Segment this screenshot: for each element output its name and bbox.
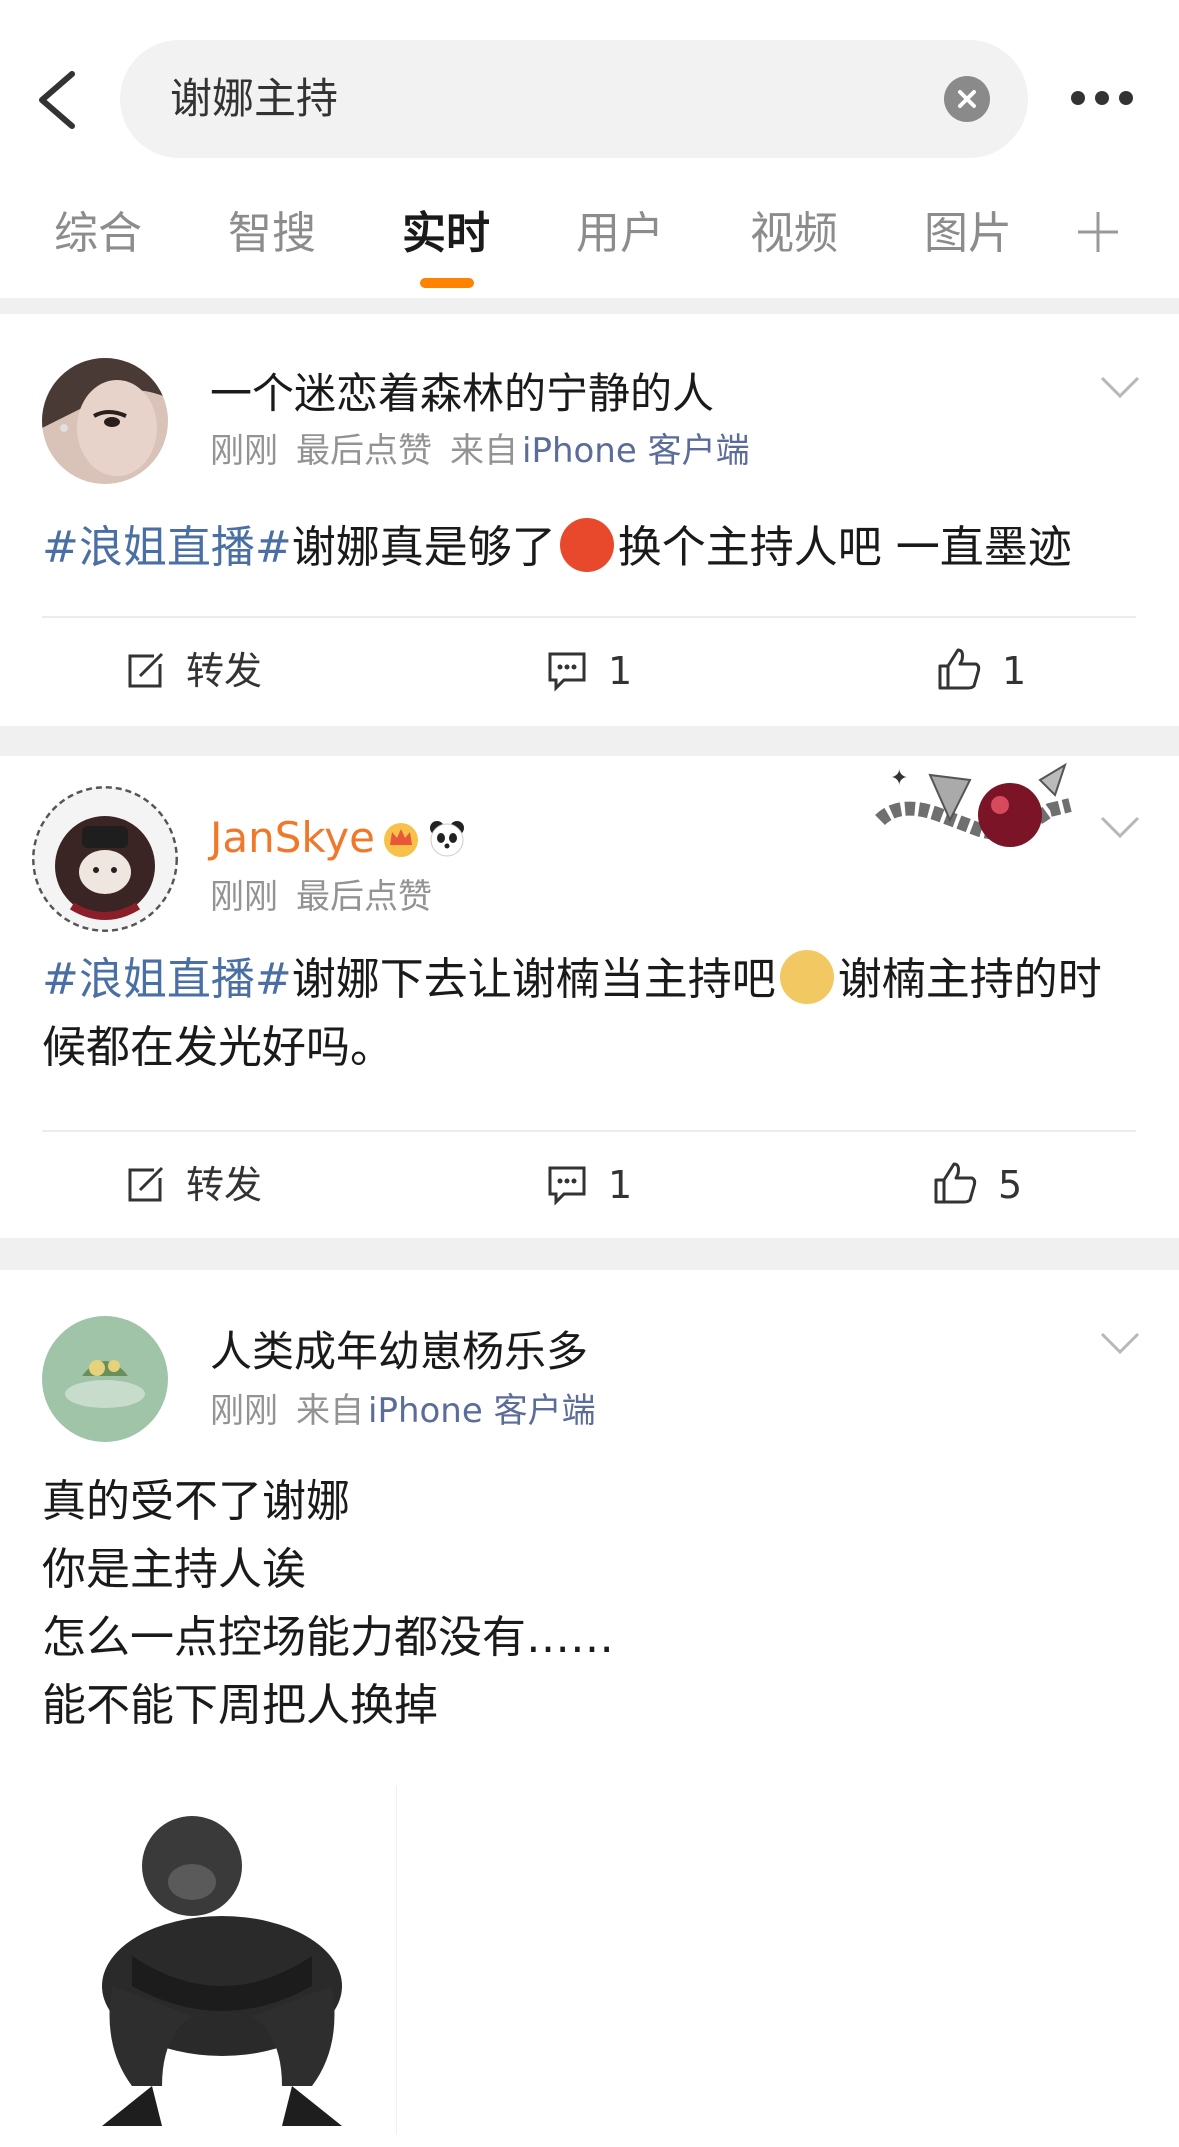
like-count: 5	[998, 1163, 1023, 1207]
avatar[interactable]	[32, 786, 178, 932]
comment-button[interactable]: 1	[546, 646, 632, 696]
avatar-image	[42, 1316, 168, 1442]
repost-button[interactable]: 转发	[124, 646, 262, 696]
plus-icon	[1078, 212, 1118, 252]
username[interactable]: 一个迷恋着森林的宁静的人	[210, 366, 714, 422]
more-dots-icon	[1071, 91, 1133, 105]
repost-label: 转发	[186, 1163, 263, 1207]
feed-post[interactable]: JanSkye 刚刚 最后点赞 ✦ #浪姐直播#谢娜下去让谢楠当主持吧 谢楠主持的时…	[0, 756, 1179, 1268]
action-bar: 转发 1 1	[0, 616, 1179, 726]
decorative-sticker: ✦	[875, 762, 1072, 847]
repost-button[interactable]: 转发	[124, 1160, 262, 1210]
post-text: 谢娜下去让谢楠当主持吧	[291, 954, 776, 1005]
post-text-line: 能不能下周把人换掉	[42, 1680, 438, 1731]
post-text: 换个主持人吧 一直墨迹	[617, 522, 1072, 573]
tab-users[interactable]: 用户	[576, 204, 664, 264]
feed-post[interactable]: 一个迷恋着森林的宁静的人 刚刚 最后点赞 来自 iPhone 客户端 #浪姐直播#谢娜…	[0, 314, 1179, 726]
action-bar: 转发 1 5	[0, 1130, 1179, 1240]
post-time: 刚刚	[210, 431, 278, 471]
back-button[interactable]	[28, 62, 88, 138]
search-query-text: 谢娜主持	[170, 74, 339, 123]
post-text: 谢娜真是够了	[291, 522, 556, 573]
thumbs-up-icon	[938, 648, 981, 690]
angry-face-icon	[559, 518, 614, 572]
source-prefix: 来自	[296, 1391, 364, 1431]
post-content: #浪姐直播#谢娜下去让谢楠当主持吧 谢楠主持的时候都在发光好吗。	[42, 946, 1142, 1082]
search-header: 谢娜主持	[0, 0, 1179, 170]
post-menu-button[interactable]	[1098, 372, 1142, 402]
add-tab-button[interactable]	[1074, 208, 1122, 256]
avatar[interactable]	[42, 358, 168, 484]
active-tab-indicator	[420, 278, 474, 288]
post-image[interactable]	[42, 1786, 397, 2134]
comment-count: 1	[608, 1163, 633, 1207]
tab-smart-search[interactable]: 智搜	[228, 204, 316, 264]
crown-icon	[383, 823, 418, 857]
section-divider	[0, 298, 1179, 314]
gorilla-gif-image	[102, 1816, 342, 2126]
comment-button[interactable]: 1	[546, 1160, 632, 1210]
chevron-down-icon	[1100, 816, 1140, 839]
comment-icon	[548, 652, 586, 692]
post-menu-button[interactable]	[1098, 812, 1142, 842]
avatar-image	[32, 786, 178, 932]
clear-search-button[interactable]	[944, 76, 990, 122]
tab-realtime[interactable]: 实时	[402, 204, 490, 264]
username-text: JanSkye	[210, 813, 375, 862]
chevron-down-icon	[1100, 1332, 1140, 1355]
post-meta: 刚刚 最后点赞	[210, 872, 450, 922]
avatar[interactable]	[42, 1316, 168, 1442]
source-prefix: 来自	[450, 431, 518, 471]
repost-label: 转发	[186, 649, 263, 693]
username[interactable]: JanSkye	[210, 810, 467, 866]
post-menu-button[interactable]	[1098, 1328, 1142, 1358]
like-button[interactable]: 5	[932, 1160, 1022, 1210]
repost-icon	[128, 652, 164, 688]
comment-count: 1	[608, 649, 633, 693]
topic-link[interactable]: #浪姐直播#	[42, 522, 292, 573]
chevron-left-icon	[39, 71, 75, 129]
panda-icon	[429, 821, 464, 857]
liked-status: 最后点赞	[296, 877, 432, 917]
comment-icon	[548, 1166, 586, 1206]
post-time: 刚刚	[210, 877, 278, 917]
post-source[interactable]: iPhone 客户端	[368, 1391, 596, 1431]
doge-icon	[779, 950, 834, 1004]
post-content: 真的受不了谢娜 你是主持人诶 怎么一点控场能力都没有…… 能不能下周把人换掉	[42, 1468, 1142, 1740]
post-text-line: 你是主持人诶	[42, 1544, 306, 1595]
tab-pictures[interactable]: 图片	[924, 204, 1012, 264]
search-input[interactable]: 谢娜主持	[120, 40, 1028, 158]
avatar-image	[42, 358, 168, 484]
post-divider	[0, 1238, 1179, 1270]
post-meta: 刚刚 来自 iPhone 客户端	[210, 1386, 614, 1436]
thumbs-up-icon	[934, 1162, 977, 1204]
like-count: 1	[1002, 649, 1027, 693]
post-meta: 刚刚 最后点赞 来自 iPhone 客户端	[210, 426, 768, 476]
more-options-button[interactable]	[1062, 80, 1172, 116]
post-time: 刚刚	[210, 1391, 278, 1431]
search-tabs: 综合 智搜 实时 用户 视频 图片	[0, 178, 1179, 298]
post-divider	[0, 726, 1179, 756]
tab-comprehensive[interactable]: 综合	[54, 204, 142, 264]
post-content: #浪姐直播#谢娜真是够了 换个主持人吧 一直墨迹	[42, 514, 1142, 582]
svg-text:✦: ✦	[890, 766, 908, 791]
close-icon	[958, 90, 976, 108]
tab-videos[interactable]: 视频	[750, 204, 838, 264]
like-button[interactable]: 1	[936, 646, 1026, 696]
chevron-down-icon	[1100, 376, 1140, 399]
post-text-line: 真的受不了谢娜	[42, 1476, 350, 1527]
liked-status: 最后点赞	[296, 431, 432, 471]
post-source[interactable]: iPhone 客户端	[522, 431, 750, 471]
topic-link[interactable]: #浪姐直播#	[42, 954, 292, 1005]
repost-icon	[128, 1166, 164, 1202]
post-text-line: 怎么一点控场能力都没有……	[42, 1612, 614, 1663]
username[interactable]: 人类成年幼崽杨乐多	[210, 1324, 588, 1380]
